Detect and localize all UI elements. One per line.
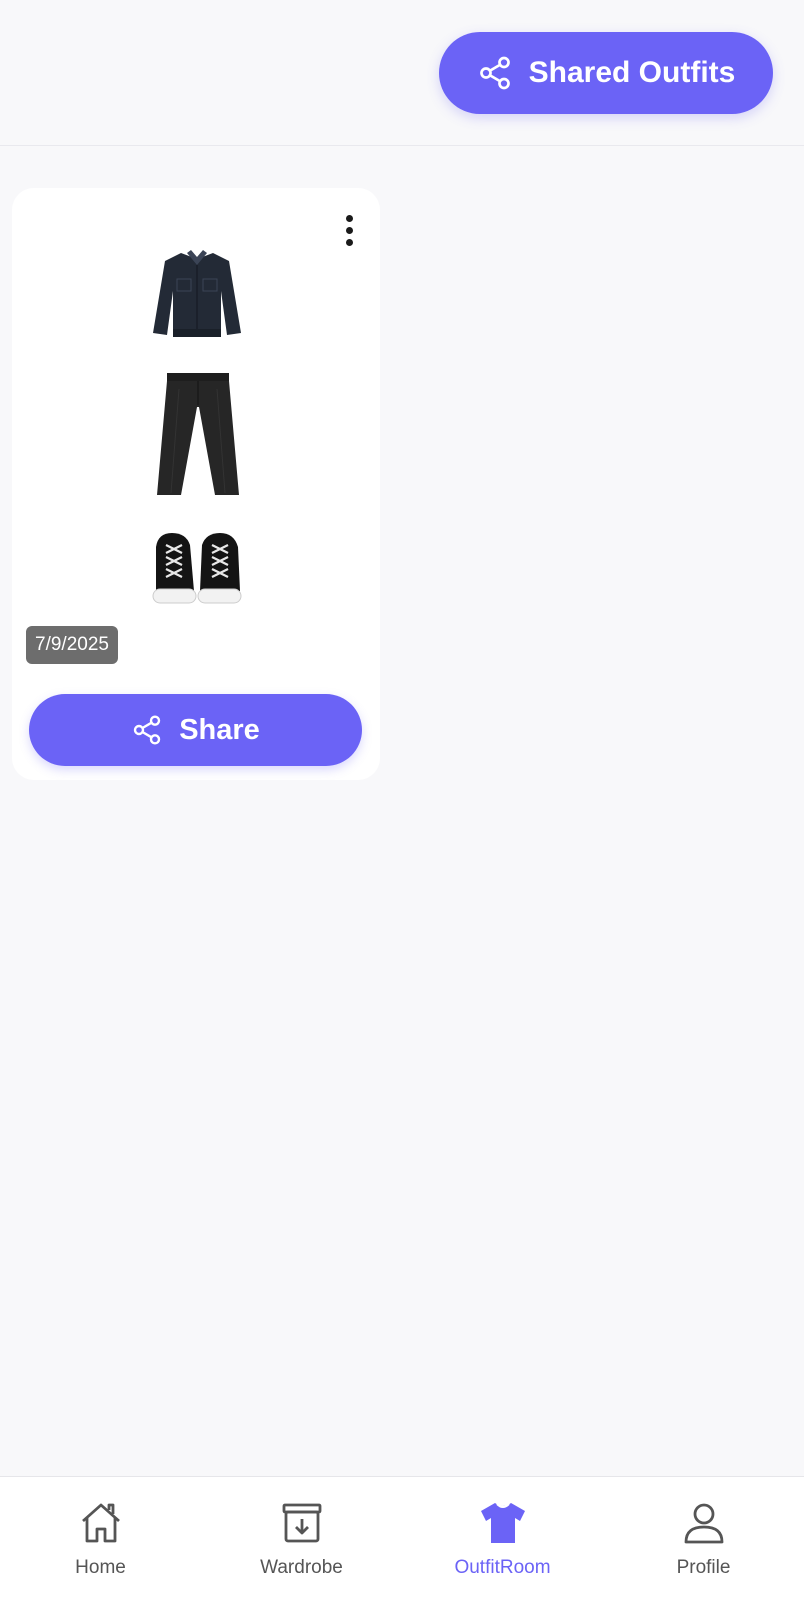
more-vertical-icon-dot [345,214,353,222]
shared-outfits-label: Shared Outfits [528,56,736,89]
nav-item-profile[interactable]: Profile [603,1477,804,1600]
pants-image [157,373,239,495]
nav-label-outfitroom: OutfitRoom [454,1557,551,1578]
bottom-navigation: Home Wardrobe OutfitRoom Profile [0,1476,804,1600]
nav-label-profile: Profile [676,1557,731,1578]
nav-label-wardrobe: Wardrobe [260,1557,343,1578]
more-vertical-icon-dot [345,238,353,246]
nav-item-wardrobe[interactable]: Wardrobe [201,1477,402,1600]
nav-label-home: Home [75,1557,126,1578]
more-options-button[interactable] [330,210,368,250]
profile-icon [684,1503,723,1544]
top-bar: Shared Outfits [0,0,804,146]
tshirt-icon [480,1503,525,1543]
jacket-image [153,250,241,337]
nav-item-home[interactable]: Home [0,1477,201,1600]
outfit-card[interactable]: 7/9/2025 Share [12,188,380,780]
wardrobe-icon [282,1503,321,1543]
share-icon [133,715,161,745]
shared-outfits-button[interactable]: Shared Outfits [439,32,773,114]
sneakers-image [152,533,242,604]
share-icon [479,56,510,90]
nav-item-outfitroom[interactable]: OutfitRoom [402,1477,603,1600]
outfit-date-badge: 7/9/2025 [26,626,118,664]
more-vertical-icon-dot [345,226,353,234]
share-button[interactable]: Share [29,694,362,766]
share-label: Share [179,713,260,746]
home-icon [81,1503,120,1543]
